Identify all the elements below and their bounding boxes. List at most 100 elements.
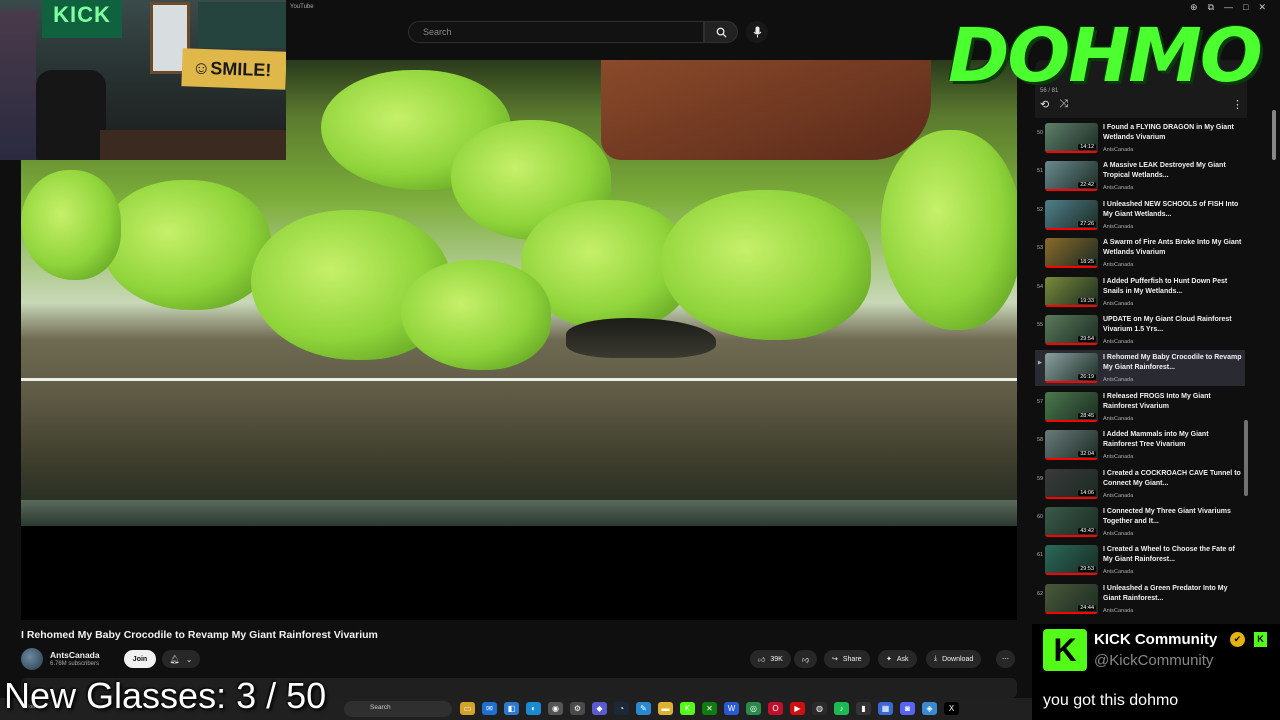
playlist-item-duration: 14:06 bbox=[1078, 489, 1096, 496]
more-actions-button[interactable]: ⋯ bbox=[996, 650, 1015, 668]
camera-icon[interactable]: ◉ bbox=[548, 702, 563, 715]
playlist-scrollbar[interactable] bbox=[1244, 420, 1248, 496]
playlist-item-thumbnail[interactable]: 43:42 bbox=[1045, 507, 1098, 537]
store-icon[interactable]: ◧ bbox=[504, 702, 519, 715]
spotify-icon[interactable]: ♪ bbox=[834, 702, 849, 715]
ask-button[interactable]: ✦ Ask bbox=[878, 650, 917, 668]
playlist-item-channel: AntsCanada bbox=[1103, 531, 1134, 537]
playlist-item[interactable]: ▶ 26:19 I Rehomed My Baby Crocodile to Rev… bbox=[1035, 350, 1245, 387]
xbox-icon[interactable]: ✕ bbox=[702, 702, 717, 715]
terminal-icon[interactable]: ▮ bbox=[856, 702, 871, 715]
channel-name[interactable]: AntsCanada bbox=[50, 650, 100, 660]
notification-button[interactable]: 🔔︎ ⌄ bbox=[162, 650, 200, 668]
channel-avatar[interactable] bbox=[21, 648, 43, 670]
playlist-item-thumbnail[interactable]: 28:45 bbox=[1045, 391, 1098, 422]
playlist-item-title[interactable]: I Connected My Three Giant Vivariums Tog… bbox=[1103, 507, 1243, 527]
window-title: YouTube bbox=[290, 4, 314, 10]
playlist-item-title[interactable]: A Swarm of Fire Ants Broke Into My Giant… bbox=[1103, 238, 1243, 258]
streamer-webcam: KICK ☺SMILE! bbox=[0, 0, 286, 160]
search-button[interactable] bbox=[704, 21, 738, 43]
search-input[interactable]: Search bbox=[408, 21, 704, 43]
photos-icon[interactable]: ▦ bbox=[878, 702, 893, 715]
playlist-item-thumbnail[interactable]: 24:44 bbox=[1045, 583, 1098, 614]
playlist-item-title[interactable]: I Created a COCKROACH CAVE Tunnel to Con… bbox=[1103, 469, 1243, 489]
playlist-item-title[interactable]: I Unleashed NEW SCHOOLS of FISH Into My … bbox=[1103, 200, 1243, 220]
playlist-item[interactable]: 60 43:42 I Connected My Three Giant Vivari… bbox=[1035, 504, 1245, 540]
youtube-icon[interactable]: ▶ bbox=[790, 702, 805, 715]
obs-icon[interactable]: ◍ bbox=[812, 702, 827, 715]
dislike-button[interactable]: 👎︎ bbox=[794, 650, 818, 668]
playlist-item-title[interactable]: UPDATE on My Giant Cloud Rainforest Viva… bbox=[1103, 315, 1243, 335]
join-button[interactable]: Join bbox=[124, 650, 156, 668]
playlist-item-thumbnail[interactable]: 14:12 bbox=[1045, 123, 1098, 153]
watched-progress-bar bbox=[1045, 189, 1098, 192]
opera-icon[interactable]: O bbox=[768, 702, 783, 715]
paint-icon[interactable]: ✎ bbox=[636, 702, 651, 715]
playlist-item-thumbnail[interactable]: 26:19 bbox=[1045, 353, 1098, 384]
playlist-item[interactable]: 51 22:42 A Massive LEAK Destroyed My Giant… bbox=[1035, 158, 1245, 194]
playlist-item-thumbnail[interactable]: 18:25 bbox=[1045, 238, 1098, 269]
kick-badge-icon: K bbox=[1254, 632, 1267, 647]
playlist-item[interactable]: 62 24:44 I Unleashed a Green Predator Into… bbox=[1035, 581, 1245, 617]
playlist-item[interactable]: 50 14:12 I Found a FLYING DRAGON in My Gia… bbox=[1035, 120, 1245, 156]
playlist-item-channel: AntsCanada bbox=[1103, 607, 1134, 614]
mail-icon[interactable]: ✉ bbox=[482, 702, 497, 715]
watched-progress-bar bbox=[1045, 381, 1098, 384]
like-button[interactable]: 👍︎ 39K bbox=[750, 650, 791, 668]
settings-icon[interactable]: ⚙ bbox=[570, 702, 585, 715]
watched-progress-bar bbox=[1045, 151, 1098, 153]
steam-icon[interactable]: ◔ bbox=[614, 702, 629, 715]
word-icon[interactable]: W bbox=[724, 702, 739, 715]
playlist-item-thumbnail[interactable]: 29:54 bbox=[1045, 315, 1098, 345]
playlist-item-index: 50 bbox=[1036, 130, 1044, 136]
chrome-icon[interactable]: ◎ bbox=[746, 702, 761, 715]
watched-progress-bar bbox=[1045, 266, 1098, 269]
playlist-item[interactable]: 61 29:53 I Created a Wheel to Choose the F… bbox=[1035, 542, 1245, 578]
teams-icon[interactable]: ◆ bbox=[592, 702, 607, 715]
app-icon[interactable]: ◈ bbox=[922, 702, 937, 715]
playlist-item-title[interactable]: I Added Pufferfish to Hunt Down Pest Sna… bbox=[1103, 277, 1243, 297]
taskbar-search[interactable]: Search bbox=[344, 701, 452, 717]
taskbar-apps: ▭ ✉ ◧ ◐ ◉ ⚙ ◆ ◔ ✎ ▬ K ✕ W ◎ O ▶ ◍ ♪ ▮ ▦ ◙ ◈ X bbox=[460, 702, 959, 715]
watched-progress-bar bbox=[1045, 343, 1098, 345]
playlist-item-title[interactable]: I Created a Wheel to Choose the Fate of … bbox=[1103, 545, 1243, 565]
playlist-item[interactable]: 55 29:54 UPDATE on My Giant Cloud Rainfore… bbox=[1035, 312, 1245, 348]
folder-icon[interactable]: ▬ bbox=[658, 702, 673, 715]
playlist-item-index: 54 bbox=[1036, 283, 1044, 290]
playlist-item[interactable]: 59 14:06 I Created a COCKROACH CAVE Tunnel… bbox=[1035, 466, 1245, 502]
x-icon[interactable]: X bbox=[944, 702, 959, 715]
playlist-item-thumbnail[interactable]: 32:04 bbox=[1045, 430, 1098, 461]
playlist-item-title[interactable]: I Unleashed a Green Predator Into My Gia… bbox=[1103, 584, 1243, 604]
like-count: 39K bbox=[770, 655, 783, 663]
playlist-item-thumbnail[interactable]: 19:33 bbox=[1045, 276, 1098, 307]
playlist-item-title[interactable]: I Rehomed My Baby Crocodile to Revamp My… bbox=[1103, 353, 1243, 373]
playlist-item-duration: 22:42 bbox=[1078, 182, 1096, 189]
share-button[interactable]: ↪ Share bbox=[824, 650, 870, 668]
playlist-item-title[interactable]: I Found a FLYING DRAGON in My Giant Wetl… bbox=[1103, 123, 1243, 143]
playlist-item-thumbnail[interactable]: 27:26 bbox=[1045, 199, 1098, 230]
edge-icon[interactable]: ◐ bbox=[526, 702, 541, 715]
playlist-item[interactable]: 57 28:45 I Released FROGS Into My Giant Ra… bbox=[1035, 389, 1245, 425]
kick-app-icon[interactable]: K bbox=[680, 702, 695, 715]
playlist-item[interactable]: 52 27:26 I Unleashed NEW SCHOOLS of FISH I… bbox=[1035, 197, 1245, 233]
playlist-item-thumbnail[interactable]: 22:42 bbox=[1045, 161, 1098, 192]
playlist-item-thumbnail[interactable]: 14:06 bbox=[1045, 468, 1098, 499]
download-button[interactable]: ⤓ Download bbox=[926, 650, 982, 668]
file-explorer-icon[interactable]: ▭ bbox=[460, 702, 475, 715]
playlist-item[interactable]: 58 32:04 I Added Mammals into My Giant Rai… bbox=[1035, 427, 1245, 463]
glasses-counter-overlay: New Glasses: 3 / 50 bbox=[4, 675, 327, 716]
playlist-item-title[interactable]: I Released FROGS Into My Giant Rainfores… bbox=[1103, 392, 1243, 412]
playlist-item-title[interactable]: I Added Mammals into My Giant Rainforest… bbox=[1103, 430, 1243, 450]
playlist-item-duration: 43:42 bbox=[1078, 528, 1096, 534]
download-icon: ⤓ bbox=[934, 655, 938, 662]
playlist-item-thumbnail[interactable]: 29:53 bbox=[1045, 545, 1098, 576]
page-scrollbar[interactable] bbox=[1272, 110, 1276, 160]
webcam-smile-sign: ☺SMILE! bbox=[181, 48, 286, 90]
playlist-item-title[interactable]: A Massive LEAK Destroyed My Giant Tropic… bbox=[1103, 161, 1243, 181]
discord-icon[interactable]: ◙ bbox=[900, 702, 915, 715]
more-icon: ⋯ bbox=[1002, 656, 1009, 663]
watched-progress-bar bbox=[1045, 573, 1098, 576]
playlist-item[interactable]: 53 18:25 A Swarm of Fire Ants Broke Into M… bbox=[1035, 235, 1245, 271]
voice-search-button[interactable] bbox=[746, 21, 768, 43]
playlist-item[interactable]: 54 19:33 I Added Pufferfish to Hunt Down P… bbox=[1035, 274, 1245, 310]
